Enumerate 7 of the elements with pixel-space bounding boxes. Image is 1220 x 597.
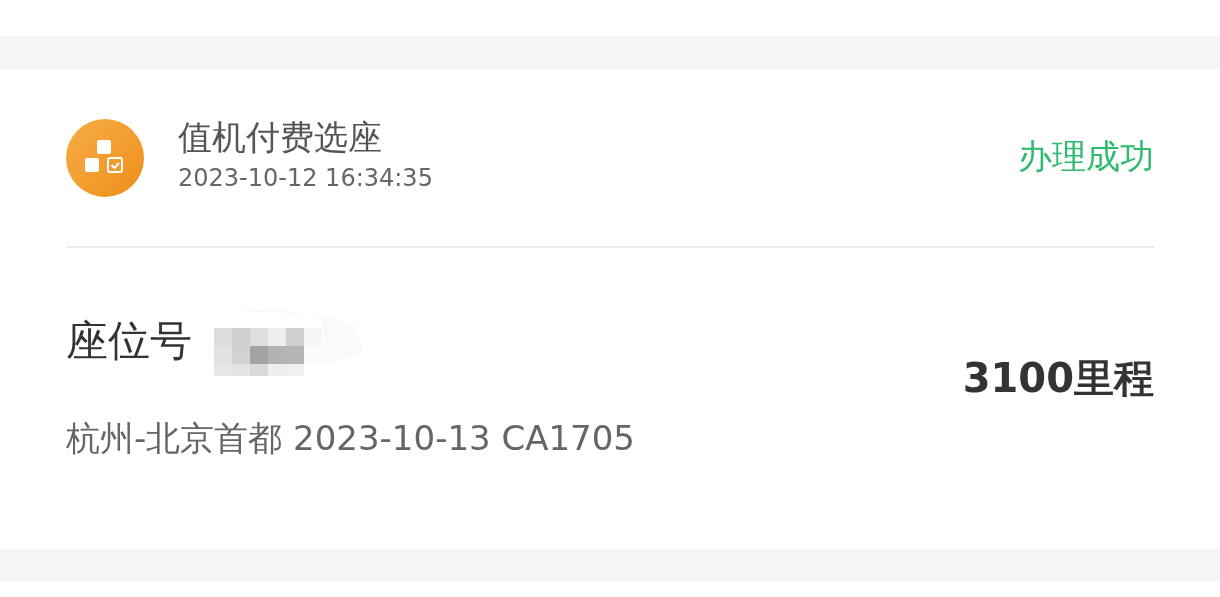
record-title: 值机付费选座 — [178, 116, 383, 157]
blocks-check-icon — [66, 118, 144, 197]
miles-value: 3100里程 — [962, 353, 1154, 403]
seat-label: 座位号 — [66, 315, 192, 367]
status-label: 办理成功 — [1018, 134, 1154, 178]
route-text: 杭州-北京首都 2023-10-13 CA1705 — [66, 417, 635, 460]
record-time: 2023-10-12 16:34:35 — [178, 162, 434, 193]
